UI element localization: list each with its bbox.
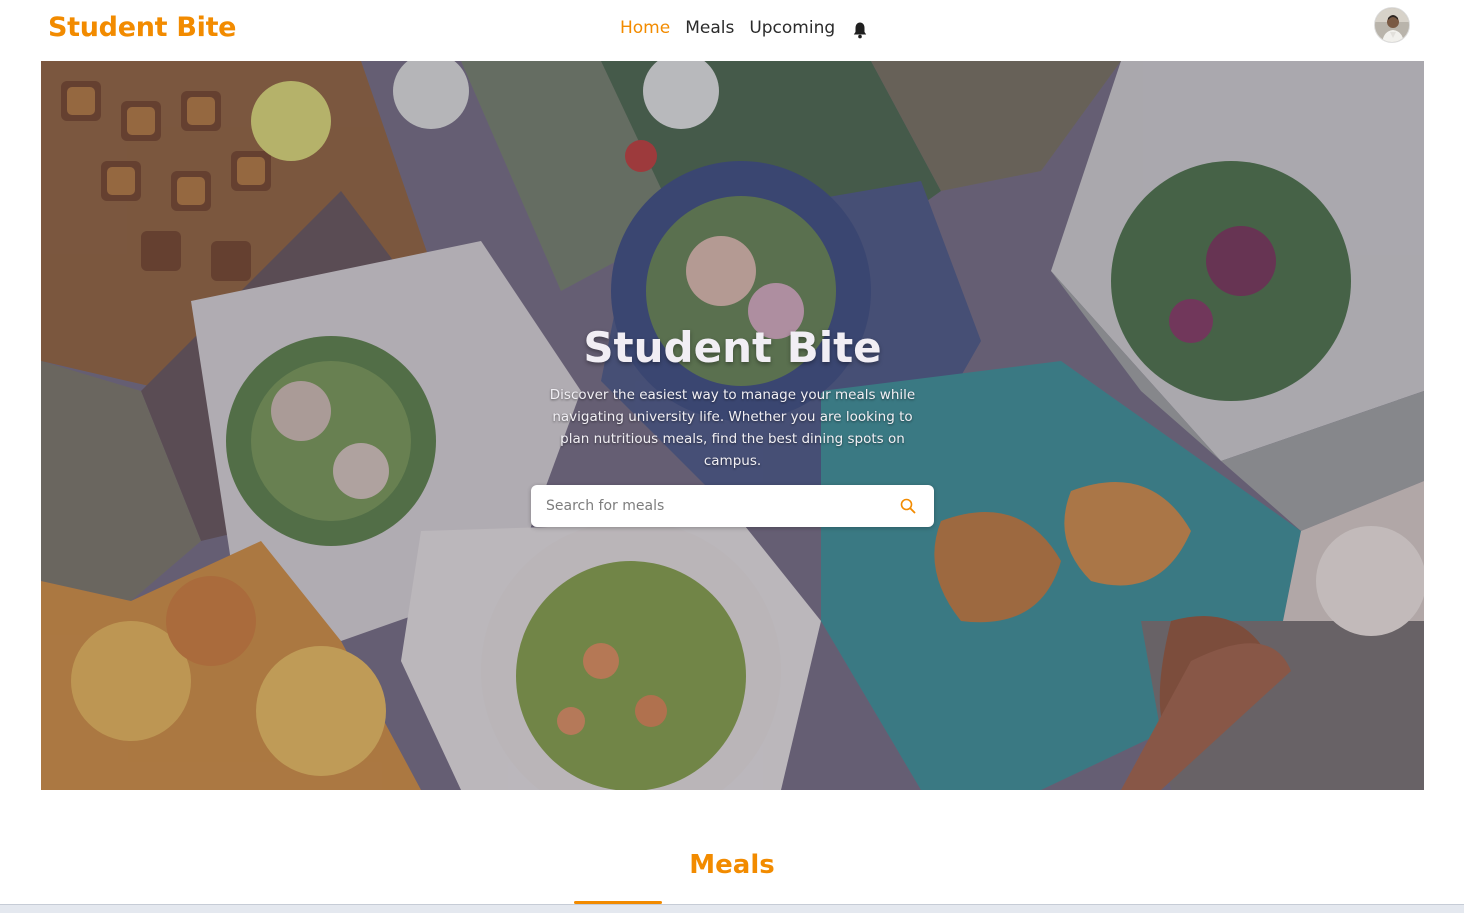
- meals-section-title: Meals: [689, 850, 775, 880]
- bell-icon[interactable]: [852, 21, 868, 39]
- navbar: Student Bite Home Meals Upcoming: [0, 0, 1464, 60]
- hero-description: Discover the easiest way to manage your …: [549, 387, 916, 469]
- nav-links: Home Meals Upcoming: [620, 18, 868, 39]
- brand-logo[interactable]: Student Bite: [48, 12, 237, 43]
- nav-link-upcoming[interactable]: Upcoming: [749, 18, 835, 38]
- user-avatar[interactable]: [1374, 7, 1410, 43]
- nav-link-home[interactable]: Home: [620, 18, 670, 38]
- taskbar-strip: [0, 904, 1464, 913]
- search-icon[interactable]: [899, 497, 917, 515]
- hero-title: Student Bite: [583, 323, 882, 372]
- nav-link-meals[interactable]: Meals: [685, 18, 734, 38]
- hero-banner: Student Bite Discover the easiest way to…: [41, 61, 1424, 790]
- search-input[interactable]: [531, 485, 891, 527]
- search-box: [531, 485, 934, 527]
